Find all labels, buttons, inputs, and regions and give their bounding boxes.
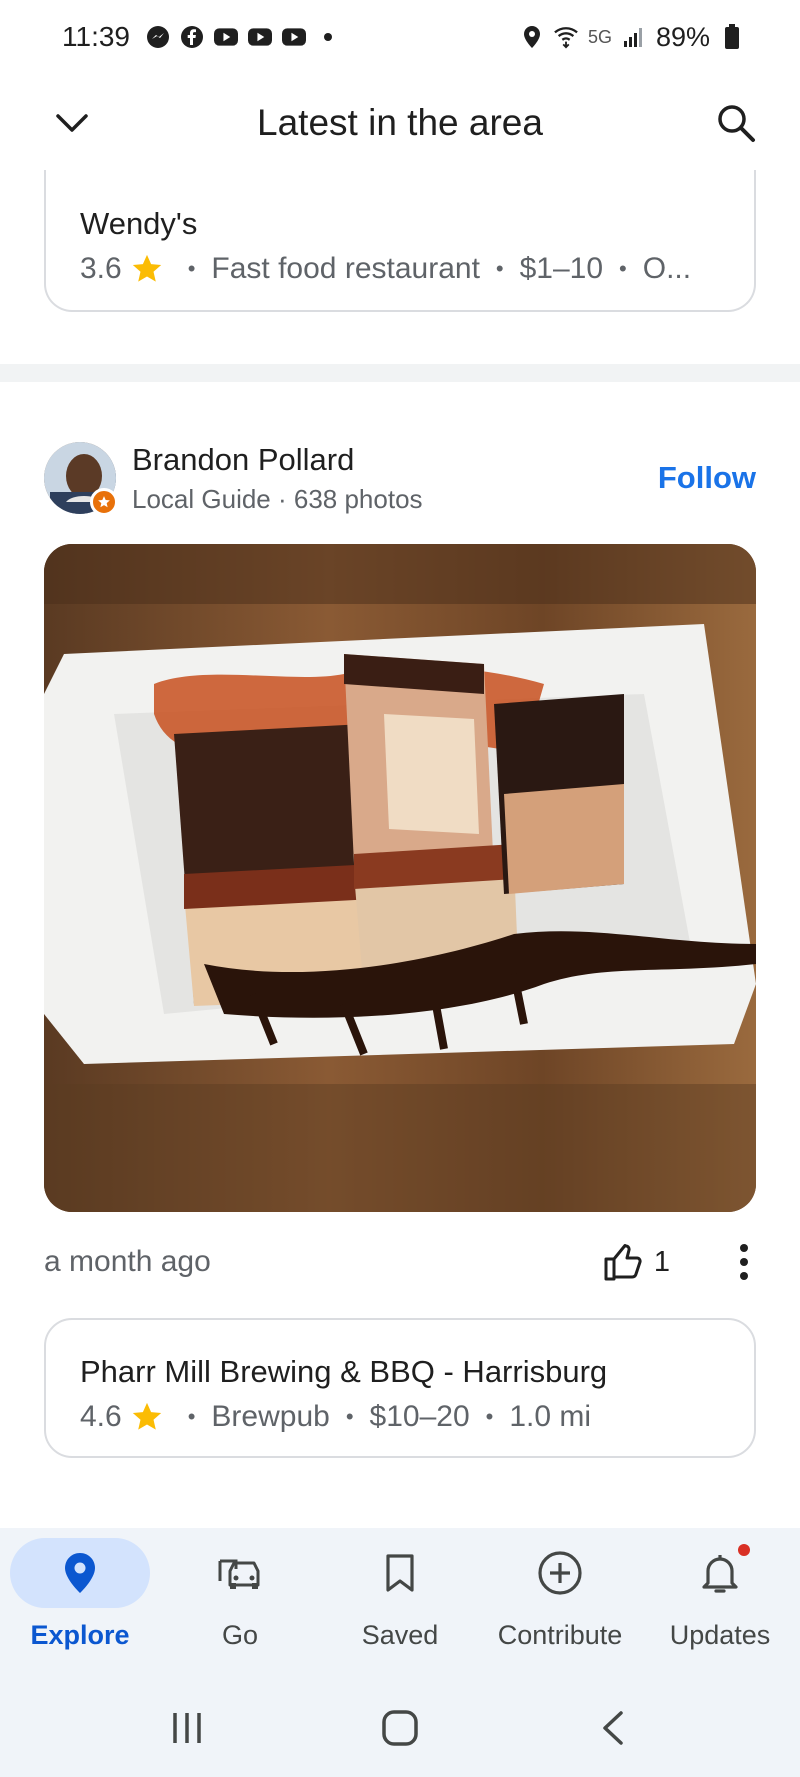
- author-info[interactable]: Brandon Pollard Local Guide · 638 photos: [132, 442, 658, 515]
- place-rating: 4.6: [80, 1400, 122, 1433]
- nav-label: Explore: [30, 1620, 130, 1650]
- nav-go-pill: [170, 1538, 310, 1608]
- back-button[interactable]: [583, 1698, 643, 1758]
- place-name: Wendy's: [80, 206, 198, 241]
- thumbs-up-icon: [604, 1244, 642, 1281]
- battery-percent: 89%: [655, 21, 710, 52]
- separator-dot: •: [187, 1404, 196, 1429]
- place-card-wendys[interactable]: Wendy's 3.6 • Fast food restaurant • $1–…: [44, 170, 756, 312]
- place-card-pharr-mill[interactable]: Pharr Mill Brewing & BBQ - Harrisburg 4.…: [44, 1318, 756, 1458]
- messenger-icon: [146, 25, 170, 49]
- place-category: Brewpub: [211, 1400, 330, 1433]
- place-meta: 3.6 • Fast food restaurant • $1–10 • O..…: [80, 252, 720, 286]
- post-time: a month ago: [44, 1245, 211, 1278]
- location-icon: [520, 25, 544, 49]
- nav-label: Contribute: [497, 1620, 623, 1650]
- facebook-icon: [180, 25, 204, 49]
- like-button[interactable]: 1: [602, 1241, 670, 1283]
- notification-dot: [738, 1544, 750, 1556]
- bottom-nav: Explore Go Saved Contribute Updates: [0, 1528, 800, 1678]
- nav-updates[interactable]: Updates: [640, 1528, 800, 1678]
- youtube-icon: [248, 25, 272, 49]
- place-hours: O...: [642, 252, 692, 285]
- home-icon: [382, 1709, 418, 1746]
- youtube-icon: [214, 25, 238, 49]
- nav-explore-pill: [10, 1538, 150, 1608]
- header: Latest in the area: [0, 80, 800, 166]
- place-category: Fast food restaurant: [211, 252, 480, 285]
- separator-dot: •: [187, 256, 196, 281]
- separator-dot: •: [345, 1404, 354, 1429]
- home-button[interactable]: [370, 1698, 430, 1758]
- back-icon: [603, 1710, 624, 1745]
- collapse-button[interactable]: [48, 99, 96, 147]
- nav-label: Go: [221, 1620, 259, 1650]
- author-name[interactable]: Brandon Pollard: [132, 442, 658, 478]
- separator-dot: •: [495, 256, 504, 281]
- place-meta: 4.6 • Brewpub • $10–20 • 1.0 mi: [80, 1400, 720, 1434]
- more-notifications-icon: [316, 25, 340, 49]
- nav-label: Saved: [361, 1620, 439, 1650]
- like-count: 1: [653, 1245, 670, 1278]
- battery-icon: [720, 24, 744, 49]
- post-photo[interactable]: [44, 544, 756, 1212]
- author-subtitle: Local Guide · 638 photos: [132, 483, 423, 514]
- youtube-icon: [282, 25, 306, 49]
- local-guide-badge-icon: [90, 488, 118, 516]
- star-icon: [132, 1402, 161, 1430]
- bell-icon: [702, 1555, 738, 1593]
- nav-updates-pill: [650, 1538, 790, 1608]
- status-bar: 11:39 5G 89%: [0, 0, 800, 74]
- more-vertical-icon: [740, 1244, 748, 1280]
- place-rating: 3.6: [80, 252, 122, 285]
- signal-icon: [622, 25, 646, 49]
- wifi-icon: [554, 25, 578, 49]
- place-name: Pharr Mill Brewing & BBQ - Harrisburg: [80, 1354, 608, 1389]
- place-price: $1–10: [519, 252, 604, 285]
- recents-button[interactable]: [157, 1698, 217, 1758]
- star-icon: [132, 254, 161, 282]
- nav-label: Updates: [669, 1620, 771, 1650]
- nav-explore[interactable]: Explore: [0, 1528, 160, 1678]
- bookmark-icon: [386, 1554, 414, 1592]
- status-time: 11:39: [62, 21, 130, 52]
- network-label: 5G: [587, 26, 612, 47]
- page-title: Latest in the area: [257, 102, 543, 143]
- place-distance: 1.0 mi: [509, 1400, 592, 1433]
- follow-button[interactable]: Follow: [658, 460, 756, 496]
- system-nav: [0, 1678, 800, 1777]
- car-icon: [218, 1559, 260, 1589]
- section-divider: [0, 364, 800, 382]
- add-circle-icon: [538, 1551, 582, 1595]
- separator-dot: •: [485, 1404, 494, 1429]
- nav-saved-pill: [330, 1538, 470, 1608]
- more-options-button[interactable]: [732, 1240, 756, 1284]
- post-footer: a month ago 1: [44, 1232, 756, 1292]
- avatar[interactable]: [44, 442, 118, 516]
- nav-go[interactable]: Go: [160, 1528, 320, 1678]
- pin-icon: [65, 1553, 95, 1593]
- nav-contribute[interactable]: Contribute: [480, 1528, 640, 1678]
- search-button[interactable]: [712, 99, 760, 147]
- nav-contribute-pill: [490, 1538, 630, 1608]
- status-right: 5G 89%: [520, 22, 744, 53]
- recents-icon: [172, 1712, 201, 1743]
- place-price: $10–20: [369, 1400, 470, 1433]
- chevron-down-icon: [56, 114, 88, 132]
- separator-dot: •: [619, 256, 627, 281]
- post-header: Brandon Pollard Local Guide · 638 photos…: [44, 440, 756, 516]
- status-left: 11:39: [62, 21, 340, 53]
- search-icon: [718, 105, 755, 142]
- nav-saved[interactable]: Saved: [320, 1528, 480, 1678]
